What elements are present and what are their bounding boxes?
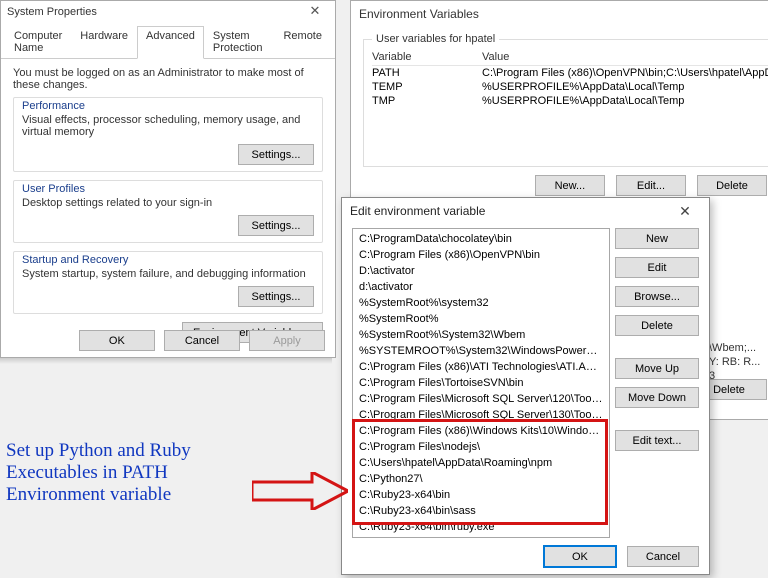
user-profiles-group: User Profiles Desktop settings related t… — [13, 180, 323, 243]
path-item[interactable]: d:\activator — [353, 279, 609, 295]
startup-desc: System startup, system failure, and debu… — [22, 268, 314, 280]
editdlg-title: Edit environment variable — [350, 204, 485, 218]
uservar-row[interactable]: TEMP %USERPROFILE%\AppData\Local\Temp — [372, 80, 768, 94]
user-variables-legend: User variables for hpatel — [372, 33, 499, 45]
path-item[interactable]: %SystemRoot%\system32 — [353, 295, 609, 311]
envvars-titlebar[interactable]: Environment Variables — [351, 1, 768, 27]
performance-desc: Visual effects, processor scheduling, me… — [22, 114, 314, 138]
close-icon[interactable]: ✕ — [669, 203, 701, 220]
performance-legend: Performance — [22, 100, 314, 112]
edit-environment-variable-dialog: Edit environment variable ✕ C:\ProgramDa… — [341, 197, 710, 575]
admin-note: You must be logged on as an Administrato… — [13, 67, 323, 91]
user-variables-buttons: New... Edit... Delete — [351, 175, 767, 196]
path-item[interactable]: C:\Python27\ — [353, 471, 609, 487]
path-item[interactable]: C:\Ruby23\bin — [353, 535, 609, 538]
sysprops-title: System Properties — [7, 6, 97, 18]
editdlg-side-buttons: New Edit Browse... Delete Move Up Move D… — [615, 228, 699, 459]
path-list[interactable]: C:\ProgramData\chocolatey\bin C:\Program… — [352, 228, 610, 538]
path-item[interactable]: C:\Ruby23-x64\bin — [353, 487, 609, 503]
col-value[interactable]: Value — [482, 51, 768, 63]
path-item[interactable]: C:\Program Files (x86)\OpenVPN\bin — [353, 247, 609, 263]
tab-remote[interactable]: Remote — [274, 26, 331, 59]
path-item[interactable]: C:\Users\hpatel\AppData\Roaming\npm — [353, 455, 609, 471]
sysprops-titlebar[interactable]: System Properties ✕ — [1, 1, 335, 23]
edit-text-button[interactable]: Edit text... — [615, 430, 699, 451]
sysprops-buttons: OK Cancel Apply — [1, 330, 335, 351]
uservar-new-button[interactable]: New... — [535, 175, 605, 196]
startup-settings-button[interactable]: Settings... — [238, 286, 314, 307]
cancel-button[interactable]: Cancel — [627, 546, 699, 567]
shadow-divider — [0, 358, 332, 364]
startup-recovery-group: Startup and Recovery System startup, sys… — [13, 251, 323, 314]
annotation-text: Set up Python and Ruby Executables in PA… — [6, 440, 256, 506]
tab-computer-name[interactable]: Computer Name — [5, 26, 71, 59]
apply-button[interactable]: Apply — [249, 330, 325, 351]
delete-button[interactable]: Delete — [615, 315, 699, 336]
path-item[interactable]: C:\Program Files\Microsoft SQL Server\12… — [353, 391, 609, 407]
browse-button[interactable]: Browse... — [615, 286, 699, 307]
path-item[interactable]: C:\Program Files\Microsoft SQL Server\13… — [353, 407, 609, 423]
startup-legend: Startup and Recovery — [22, 254, 314, 266]
system-properties-dialog: System Properties ✕ Computer Name Hardwa… — [0, 0, 336, 358]
path-item[interactable]: C:\Program Files\TortoiseSVN\bin — [353, 375, 609, 391]
uservar-delete-button[interactable]: Delete — [697, 175, 767, 196]
path-item[interactable]: C:\Program Files\nodejs\ — [353, 439, 609, 455]
path-item[interactable]: C:\Ruby23-x64\bin\ruby.exe — [353, 519, 609, 535]
user-variables-fieldset: User variables for hpatel Variable Value… — [363, 33, 768, 167]
user-variables-header: Variable Value — [372, 51, 768, 66]
close-icon[interactable]: ✕ — [301, 3, 329, 21]
editdlg-bottom-buttons: OK Cancel — [536, 546, 699, 567]
col-variable[interactable]: Variable — [372, 51, 482, 63]
user-profiles-legend: User Profiles — [22, 183, 314, 195]
path-item[interactable]: C:\Ruby23-x64\bin\sass — [353, 503, 609, 519]
path-item[interactable]: %SystemRoot% — [353, 311, 609, 327]
ok-button[interactable]: OK — [544, 546, 616, 567]
editdlg-titlebar[interactable]: Edit environment variable ✕ — [342, 198, 709, 224]
uservar-row[interactable]: PATH C:\Program Files (x86)\OpenVPN\bin;… — [372, 66, 768, 80]
tab-advanced[interactable]: Advanced — [137, 26, 204, 59]
performance-settings-button[interactable]: Settings... — [238, 144, 314, 165]
path-item[interactable]: C:\Program Files (x86)\Windows Kits\10\W… — [353, 423, 609, 439]
tab-hardware[interactable]: Hardware — [71, 26, 137, 59]
move-down-button[interactable]: Move Down — [615, 387, 699, 408]
sysprops-tabs: Computer Name Hardware Advanced System P… — [1, 23, 335, 59]
cancel-button[interactable]: Cancel — [164, 330, 240, 351]
path-item[interactable]: %SYSTEMROOT%\System32\WindowsPowerShell\… — [353, 343, 609, 359]
path-item[interactable]: C:\Program Files (x86)\ATI Technologies\… — [353, 359, 609, 375]
tab-system-protection[interactable]: System Protection — [204, 26, 275, 59]
path-item[interactable]: C:\ProgramData\chocolatey\bin — [353, 231, 609, 247]
performance-group: Performance Visual effects, processor sc… — [13, 97, 323, 172]
annotation-arrow-icon — [252, 472, 348, 510]
envvars-title: Environment Variables — [359, 7, 479, 21]
user-profiles-settings-button[interactable]: Settings... — [238, 215, 314, 236]
path-item[interactable]: D:\activator — [353, 263, 609, 279]
uservar-edit-button[interactable]: Edit... — [616, 175, 686, 196]
sysvar-peek: \Wbem;... Y: RB: R... 3 — [709, 341, 768, 383]
move-up-button[interactable]: Move Up — [615, 358, 699, 379]
uservar-row[interactable]: TMP %USERPROFILE%\AppData\Local\Temp — [372, 94, 768, 108]
user-profiles-desc: Desktop settings related to your sign-in — [22, 197, 314, 209]
ok-button[interactable]: OK — [79, 330, 155, 351]
path-item[interactable]: %SystemRoot%\System32\Wbem — [353, 327, 609, 343]
edit-button[interactable]: Edit — [615, 257, 699, 278]
new-button[interactable]: New — [615, 228, 699, 249]
